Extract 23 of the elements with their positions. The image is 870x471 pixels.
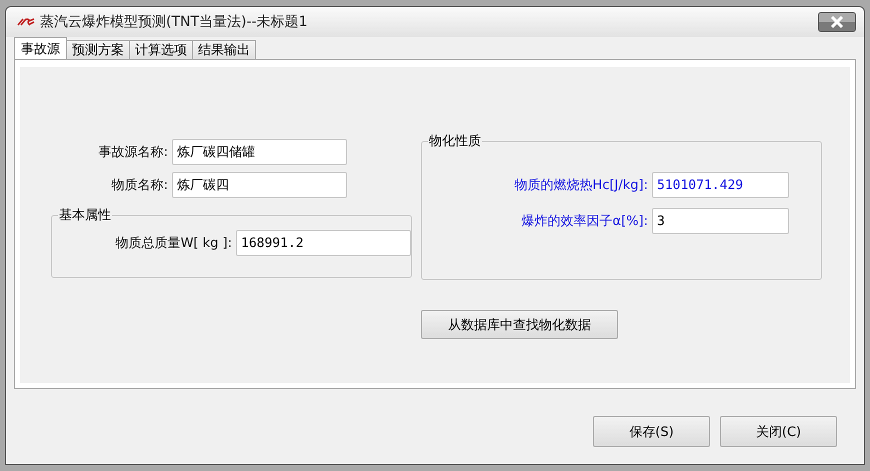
tab[interactable]: 预测方案 [66, 40, 130, 59]
dialog-button[interactable]: 关闭(C) [720, 416, 837, 447]
close-button[interactable] [818, 12, 856, 32]
app-logo-icon [17, 17, 35, 27]
close-icon [830, 16, 844, 28]
lookup-button[interactable]: 从数据库中查找物化数据 [421, 310, 618, 339]
field-label: 物质总质量W[ kg ]: [114, 235, 233, 252]
field-label: 事故源名称: [98, 144, 169, 161]
field-label: 爆炸的效率因子α[%]: [520, 213, 649, 230]
dialog-button[interactable]: 保存(S) [593, 416, 710, 447]
input-field[interactable]: 5101071.429 [652, 172, 789, 198]
group-title: 物化性质 [429, 134, 481, 149]
input-field[interactable]: 168991.2 [236, 230, 411, 256]
window-title: 蒸汽云爆炸模型预测(TNT当量法)--未标题1 [40, 13, 309, 31]
input-field[interactable]: 炼厂碳四储罐 [172, 139, 347, 165]
tab[interactable]: 事故源 [14, 37, 67, 59]
field-label: 物质的燃烧热Hc[J/kg]: [514, 177, 649, 194]
field-label: 物质名称: [110, 177, 169, 194]
tab[interactable]: 计算选项 [129, 40, 193, 59]
input-field[interactable]: 3 [652, 208, 789, 234]
group-title: 基本属性 [59, 208, 111, 223]
tab[interactable]: 结果输出 [192, 40, 256, 59]
input-field[interactable]: 炼厂碳四 [172, 172, 347, 198]
